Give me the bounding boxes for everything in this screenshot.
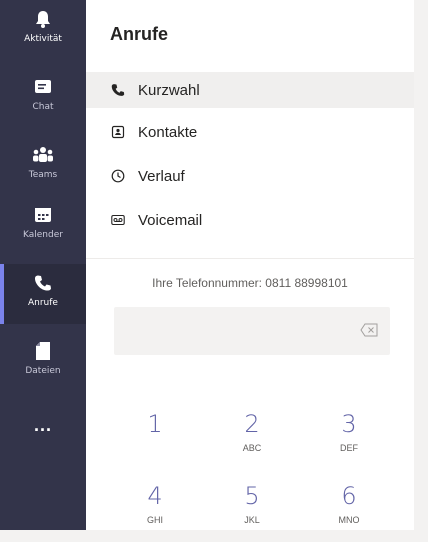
key-number: 5: [244, 482, 260, 510]
key-number: 6: [341, 482, 357, 510]
dialpad-key-2[interactable]: 2 ABC: [217, 410, 287, 470]
calls-panel: Anrufe Kurzwahl Kontakte Verlauf Voicema…: [86, 0, 414, 530]
nav-item-label: Kurzwahl: [138, 81, 200, 99]
rail-item-files[interactable]: Dateien: [0, 332, 86, 392]
calendar-icon: [32, 204, 54, 226]
rail-item-label: Chat: [32, 102, 54, 112]
chat-icon: [32, 76, 54, 98]
rail-item-activity[interactable]: Aktivität: [0, 0, 86, 60]
contacts-icon: [110, 124, 126, 140]
key-number: 2: [244, 410, 260, 438]
dial-number-input[interactable]: [114, 307, 390, 355]
page-title: Anrufe: [110, 24, 168, 44]
app-rail: Aktivität Chat Teams Kalender Anrufe Dat…: [0, 0, 86, 530]
rail-item-calendar[interactable]: Kalender: [0, 196, 86, 256]
nav-item-label: Voicemail: [138, 211, 203, 229]
dialpad-key-5[interactable]: 5 JKL: [217, 482, 287, 542]
history-icon: [110, 168, 126, 184]
own-phone-number: Ihre Telefonnummer: 0811 88998101: [152, 276, 348, 290]
rail-item-label: Dateien: [25, 366, 61, 376]
rail-item-more[interactable]: ...: [0, 404, 86, 464]
dialpad-key-3[interactable]: 3 DEF: [314, 410, 384, 470]
key-number: 1: [147, 410, 163, 438]
key-number: 3: [341, 410, 357, 438]
key-number: 4: [147, 482, 163, 510]
nav-item-history[interactable]: Verlauf: [86, 158, 414, 194]
voicemail-icon: [110, 212, 126, 228]
dialpad-key-6[interactable]: 6 MNO: [314, 482, 384, 542]
key-letters: MNO: [338, 515, 360, 525]
phone-icon: [32, 272, 54, 294]
rail-item-chat[interactable]: Chat: [0, 68, 86, 128]
rail-item-teams[interactable]: Teams: [0, 136, 86, 196]
rail-item-calls[interactable]: Anrufe: [0, 264, 86, 324]
divider: [86, 258, 414, 259]
nav-item-speed-dial[interactable]: Kurzwahl: [86, 72, 414, 108]
key-letters: JKL: [244, 515, 260, 525]
backspace-icon[interactable]: [360, 323, 378, 339]
key-letters: ABC: [242, 443, 262, 453]
bell-icon: [32, 8, 54, 30]
nav-item-contacts[interactable]: Kontakte: [86, 114, 414, 150]
nav-item-label: Kontakte: [138, 123, 198, 141]
key-letters: GHI: [146, 515, 163, 525]
phone-icon: [110, 82, 126, 98]
key-letters: DEF: [340, 443, 358, 453]
nav-item-label: Verlauf: [138, 167, 185, 185]
nav-item-voicemail[interactable]: Voicemail: [86, 202, 414, 238]
rail-item-label: Kalender: [23, 230, 63, 240]
files-icon: [32, 340, 54, 362]
rail-item-label: Anrufe: [28, 298, 58, 308]
rail-item-label: Aktivität: [24, 34, 62, 44]
more-label: ...: [33, 414, 52, 435]
teams-icon: [32, 144, 54, 166]
dialpad-key-4[interactable]: 4 GHI: [120, 482, 190, 542]
content-area-edge: [414, 0, 428, 530]
dialpad-key-1[interactable]: 1: [120, 410, 190, 470]
more-icon: ...: [32, 414, 54, 436]
rail-item-label: Teams: [28, 170, 58, 180]
